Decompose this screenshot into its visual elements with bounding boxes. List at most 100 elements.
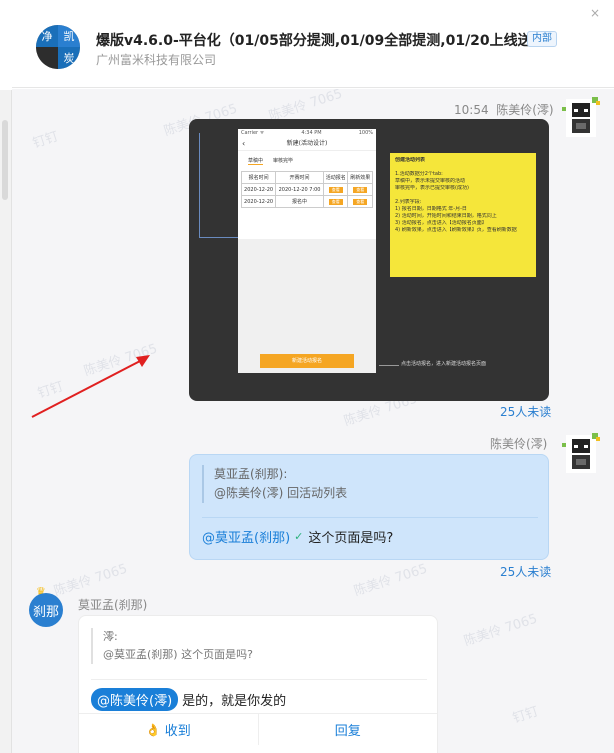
chat-message-area[interactable]: 陈美伶 7065 陈美伶 7065 钉钉 陈美伶 7065 钉钉 陈美伶 706… bbox=[12, 89, 614, 753]
watermark: 陈美伶 7065 bbox=[462, 611, 540, 650]
connector-line bbox=[199, 133, 200, 237]
group-title[interactable]: 爆版v4.6.0-平台化（01/05部分提测,01/09全部提测,01/20上线… bbox=[96, 30, 560, 50]
phone-table-cell: 2020-12-20 7:00 bbox=[275, 183, 324, 196]
phone-empty-area bbox=[238, 239, 376, 373]
left-scroll-strip[interactable] bbox=[0, 90, 12, 753]
phone-table-cell: 查看 bbox=[347, 183, 373, 196]
message-time: 10:54 bbox=[454, 103, 489, 117]
message-meta: 10:54 陈美伶(澪) bbox=[454, 101, 554, 118]
quote-text: @莫亚孟(刹那) 这个页面是吗? bbox=[103, 648, 253, 661]
sticky-line: 4) 刷新效果，点击进入【刷新效果】页，查看刷新数据 bbox=[395, 227, 517, 233]
phone-nav-title: 新建(活动设计) bbox=[286, 140, 328, 147]
sticky-line: 3) 活动报名，点击进入【活动报名页面】 bbox=[395, 220, 487, 226]
self-message-bubble[interactable]: 莫亚孟(刹那): @陈美伶(澪) 回活动列表 @莫亚孟(刹那) ✓ 这个页面是吗… bbox=[189, 454, 549, 560]
watermark: 钉钉 bbox=[30, 129, 61, 152]
phone-status-bar: Carrier ᯤ 4:34 PM 100% bbox=[238, 129, 376, 137]
mention-pill[interactable]: @陈美伶(澪) bbox=[91, 688, 179, 711]
connector-line bbox=[379, 365, 399, 366]
phone-table-header: 刷新效果 bbox=[347, 171, 373, 184]
chat-header: 净 凯 炭 爆版v4.6.0-平台化（01/05部分提测,01/09全部提测,0… bbox=[12, 0, 614, 88]
quote-text: @陈美伶(澪) 回活动列表 bbox=[214, 486, 348, 500]
reply-label: 回复 bbox=[334, 724, 361, 739]
group-avatar-tile: 凯 bbox=[58, 25, 80, 47]
message-text: @莫亚孟(刹那) ✓ 这个页面是吗? bbox=[202, 527, 393, 546]
phone-bottom-button: 新建活动报名 bbox=[260, 354, 354, 368]
read-check-icon: ✓ bbox=[294, 530, 304, 543]
message-actions: 👌 收到 回复 bbox=[79, 713, 437, 745]
message-body: 这个页面是吗? bbox=[308, 531, 394, 546]
mention-link[interactable]: @莫亚孟(刹那) bbox=[202, 527, 290, 546]
pixel-avatar[interactable] bbox=[558, 95, 604, 141]
watermark: 陈美伶 7065 bbox=[352, 561, 430, 600]
watermark: 钉钉 bbox=[510, 704, 541, 727]
divider bbox=[202, 517, 538, 518]
divider bbox=[91, 679, 427, 680]
phone-table-cell: 查看 bbox=[322, 195, 349, 208]
sticky-line: 审核完毕，表示已提交审核(成功) bbox=[395, 185, 469, 191]
unread-count[interactable]: 25人未读 bbox=[500, 563, 551, 580]
message-sender: 陈美伶(澪) bbox=[496, 103, 554, 117]
phone-table-row: 2020-12-20 报名中 查看 查看 bbox=[240, 195, 373, 208]
pixel-avatar[interactable] bbox=[558, 431, 604, 477]
phone-table-cell: 2020-12-20 bbox=[240, 195, 277, 208]
phone-table-row: 2020-12-20 2020-12-20 7:00 查看 查看 bbox=[240, 183, 373, 196]
phone-table-cell: 查看 bbox=[322, 183, 349, 196]
annotation-text: 点击活动报名，进入新建活动报名页面 bbox=[401, 361, 487, 367]
left-scroll-thumb[interactable] bbox=[2, 120, 8, 200]
back-icon: ‹ bbox=[242, 139, 246, 148]
message-text: @陈美伶(澪) 是的，就是你发的 bbox=[91, 688, 286, 711]
ok-hand-icon: 👌 bbox=[145, 722, 161, 737]
phone-view-button: 查看 bbox=[328, 198, 343, 205]
acknowledge-button[interactable]: 👌 收到 bbox=[79, 714, 258, 745]
group-avatar-tile: 炭 bbox=[58, 47, 80, 69]
red-arrow-annotation bbox=[31, 355, 150, 418]
sticky-line: 2) 活动时间，开始时间和结束日期，格式同上 bbox=[395, 213, 497, 219]
phone-view-button: 查看 bbox=[328, 186, 343, 193]
received-message-bubble[interactable]: 澪: @莫亚孟(刹那) 这个页面是吗? @陈美伶(澪) 是的，就是你发的 👌 收… bbox=[78, 615, 438, 753]
group-avatar[interactable]: 净 凯 炭 bbox=[36, 25, 80, 69]
internal-badge: 内部 bbox=[527, 31, 557, 47]
phone-table-header: 活动报名 bbox=[322, 171, 349, 184]
acknowledge-label: 收到 bbox=[164, 724, 191, 739]
sticky-line: 草稿中，表示未提交审核的活动 bbox=[395, 178, 466, 184]
avatar[interactable]: 刹那 bbox=[29, 593, 63, 627]
status-carrier: Carrier ᯤ bbox=[241, 130, 265, 136]
phone-nav-bar: ‹ 新建(活动设计) bbox=[238, 137, 376, 151]
quoted-message[interactable]: 莫亚孟(刹那): @陈美伶(澪) 回活动列表 bbox=[202, 465, 347, 503]
phone-table: 报名时间 开赛时间 活动报名 刷新效果 2020-12-20 2020-12-2… bbox=[240, 171, 373, 208]
group-avatar-tile bbox=[36, 47, 58, 69]
group-avatar-tile: 净 bbox=[36, 25, 58, 47]
unread-count[interactable]: 25人未读 bbox=[500, 403, 551, 420]
message-sender: 莫亚孟(刹那) bbox=[78, 598, 148, 612]
phone-table-cell: 报名中 bbox=[275, 195, 324, 208]
connector-line bbox=[199, 237, 239, 238]
message-sender: 陈美伶(澪) bbox=[490, 437, 548, 451]
quote-author: 澪: bbox=[103, 630, 118, 643]
sticky-line bbox=[395, 192, 531, 199]
screenshot-image[interactable]: Carrier ᯤ 4:34 PM 100% ‹ 新建(活动设计) 草稿中 审核… bbox=[189, 119, 549, 401]
sticky-line: 2.列表字段: bbox=[395, 199, 422, 205]
sticky-line: 创建活动列表 bbox=[395, 157, 426, 163]
company-name: 广州富米科技有限公司 bbox=[96, 53, 217, 67]
phone-table-cell: 查看 bbox=[347, 195, 373, 208]
phone-tabs: 草稿中 审核完毕 bbox=[238, 151, 376, 169]
status-time: 4:34 PM bbox=[301, 130, 322, 136]
phone-tab: 草稿中 bbox=[248, 158, 264, 165]
watermark: 陈美伶 7065 bbox=[52, 561, 130, 600]
reply-button[interactable]: 回复 bbox=[257, 714, 438, 745]
phone-view-button: 查看 bbox=[353, 198, 368, 205]
close-icon[interactable]: × bbox=[590, 6, 600, 20]
phone-table-cell: 2020-12-20 bbox=[240, 183, 277, 196]
status-battery: 100% bbox=[358, 130, 373, 136]
message-body: 是的，就是你发的 bbox=[182, 694, 287, 709]
sticky-line: 1) 报名日期，日期格式 年-月-日 bbox=[395, 206, 467, 212]
phone-table-header: 开赛时间 bbox=[275, 171, 324, 184]
phone-tab: 审核完毕 bbox=[273, 158, 294, 164]
quote-author: 莫亚孟(刹那): bbox=[214, 467, 288, 481]
sticky-line bbox=[395, 164, 531, 171]
sticky-note: 创建活动列表 1.活动数据分2个tab: 草稿中，表示未提交审核的活动 审核完毕… bbox=[390, 153, 536, 277]
quoted-message[interactable]: 澪: @莫亚孟(刹那) 这个页面是吗? bbox=[91, 628, 253, 664]
sticky-line: 1.活动数据分2个tab: bbox=[395, 171, 443, 177]
phone-view-button: 查看 bbox=[353, 186, 368, 193]
phone-mockup: Carrier ᯤ 4:34 PM 100% ‹ 新建(活动设计) 草稿中 审核… bbox=[238, 129, 376, 373]
